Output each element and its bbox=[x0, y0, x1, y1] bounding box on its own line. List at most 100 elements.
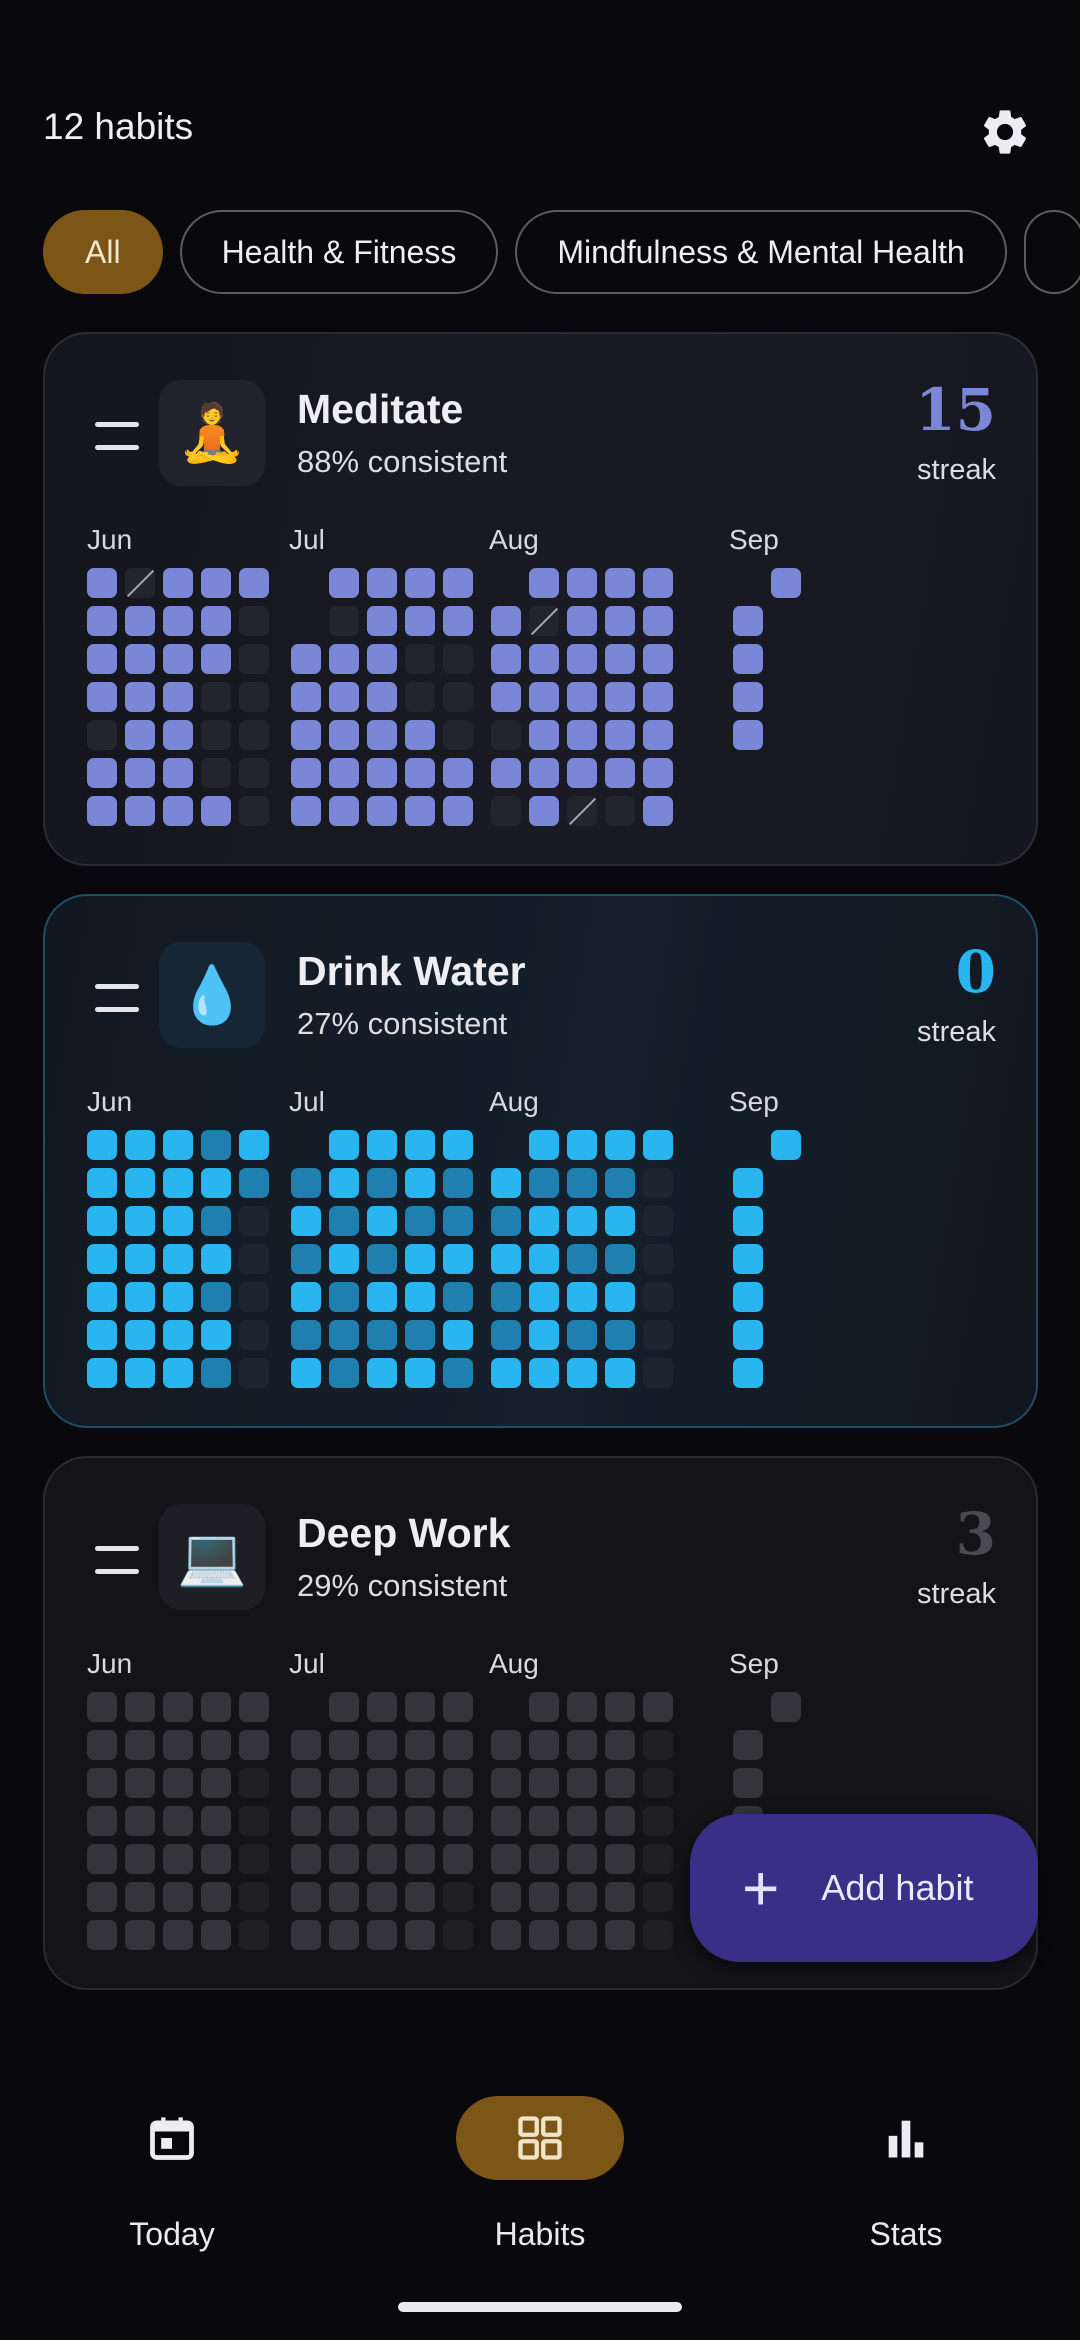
heatmap-cell bbox=[367, 568, 397, 598]
heatmap-cell bbox=[291, 1358, 321, 1388]
heatmap-cell bbox=[367, 1206, 397, 1236]
heatmap-cell bbox=[733, 1168, 763, 1198]
gear-icon bbox=[983, 110, 1027, 154]
heatmap-cell bbox=[771, 1130, 801, 1160]
habit-card-drink-water[interactable]: 💧 Drink Water 27% consistent 0 streak Ju… bbox=[43, 894, 1038, 1428]
heatmap-cell bbox=[605, 1768, 635, 1798]
heatmap-cell bbox=[291, 644, 321, 674]
heatmap-cell bbox=[163, 1282, 193, 1312]
heatmap-cell bbox=[491, 1806, 521, 1836]
heatmap-cell bbox=[491, 1282, 521, 1312]
heatmap-cell bbox=[529, 1244, 559, 1274]
heatmap-cell bbox=[87, 720, 117, 750]
heatmap-cell bbox=[605, 1730, 635, 1760]
heatmap-cell bbox=[643, 796, 673, 826]
heatmap-cell bbox=[443, 1692, 473, 1722]
heatmap-cell bbox=[291, 1244, 321, 1274]
heatmap-cell bbox=[643, 1168, 673, 1198]
heatmap-cell bbox=[87, 1920, 117, 1950]
heatmap-cell bbox=[239, 568, 269, 598]
heatmap-cell bbox=[329, 1920, 359, 1950]
heatmap-cell bbox=[87, 568, 117, 598]
heatmap-cell bbox=[567, 1844, 597, 1874]
heatmap-cell bbox=[163, 682, 193, 712]
heatmap-cell bbox=[201, 1282, 231, 1312]
heatmap-cell bbox=[771, 1692, 801, 1722]
filter-chip-health-fitness[interactable]: Health & Fitness bbox=[179, 210, 499, 294]
heatmap-cell bbox=[529, 1320, 559, 1350]
bottom-navigation: Today Habits Stats bbox=[0, 2070, 1080, 2270]
habit-heatmap bbox=[45, 334, 1036, 864]
heatmap-cell bbox=[567, 1806, 597, 1836]
heatmap-cell bbox=[239, 1806, 269, 1836]
heatmap-cell bbox=[367, 1844, 397, 1874]
heatmap-cell bbox=[367, 1730, 397, 1760]
heatmap-cell bbox=[87, 1730, 117, 1760]
heatmap-cell bbox=[201, 606, 231, 636]
heatmap-cell bbox=[125, 682, 155, 712]
heatmap-cell bbox=[605, 1806, 635, 1836]
heatmap-cell bbox=[605, 568, 635, 598]
heatmap-cell bbox=[529, 1768, 559, 1798]
heatmap-cell bbox=[239, 1168, 269, 1198]
heatmap-cell bbox=[405, 1168, 435, 1198]
heatmap-cell bbox=[163, 1692, 193, 1722]
heatmap-cell bbox=[125, 1768, 155, 1798]
heatmap-cell bbox=[163, 1806, 193, 1836]
heatmap-cell bbox=[405, 682, 435, 712]
heatmap-cell bbox=[163, 644, 193, 674]
filter-chip-all[interactable]: All bbox=[43, 210, 163, 294]
heatmap-cell bbox=[367, 1168, 397, 1198]
heatmap-cell bbox=[643, 1920, 673, 1950]
heatmap-cell bbox=[329, 1130, 359, 1160]
nav-label-stats: Stats bbox=[869, 2216, 943, 2252]
heatmap-cell bbox=[567, 1130, 597, 1160]
heatmap-cell bbox=[567, 644, 597, 674]
heatmap-cell bbox=[733, 1320, 763, 1350]
heatmap-cell bbox=[567, 1206, 597, 1236]
heatmap-cell bbox=[201, 720, 231, 750]
nav-stats[interactable]: Stats bbox=[781, 2096, 1031, 2266]
heatmap-cell bbox=[443, 1920, 473, 1950]
heatmap-cell bbox=[491, 1882, 521, 1912]
heatmap-cell bbox=[163, 1844, 193, 1874]
nav-today[interactable]: Today bbox=[47, 2096, 297, 2266]
nav-habits[interactable]: Habits bbox=[415, 2096, 665, 2266]
heatmap-cell bbox=[643, 1130, 673, 1160]
habit-card-meditate[interactable]: 🧘 Meditate 88% consistent 15 streak Jun … bbox=[43, 332, 1038, 866]
heatmap-cell bbox=[329, 1844, 359, 1874]
heatmap-cell bbox=[201, 1206, 231, 1236]
heatmap-cell bbox=[291, 1320, 321, 1350]
heatmap-cell bbox=[643, 1244, 673, 1274]
heatmap-cell bbox=[443, 1882, 473, 1912]
filter-chip-more[interactable] bbox=[1023, 210, 1080, 294]
heatmap-cell bbox=[201, 1768, 231, 1798]
heatmap-cell bbox=[201, 796, 231, 826]
heatmap-cell bbox=[87, 1244, 117, 1274]
heatmap-cell bbox=[733, 1768, 763, 1798]
heatmap-cell bbox=[201, 682, 231, 712]
heatmap-cell bbox=[771, 568, 801, 598]
heatmap-cell bbox=[405, 1282, 435, 1312]
heatmap-cell bbox=[443, 1130, 473, 1160]
heatmap-cell bbox=[405, 1768, 435, 1798]
heatmap-cell bbox=[291, 682, 321, 712]
filter-chip-mindfulness[interactable]: Mindfulness & Mental Health bbox=[515, 210, 1007, 294]
heatmap-cell bbox=[567, 1692, 597, 1722]
heatmap-cell bbox=[733, 644, 763, 674]
heatmap-cell bbox=[567, 1730, 597, 1760]
heatmap-cell bbox=[605, 1206, 635, 1236]
heatmap-cell bbox=[529, 758, 559, 788]
heatmap-cell bbox=[367, 1130, 397, 1160]
settings-button[interactable] bbox=[975, 102, 1035, 162]
heatmap-cell bbox=[125, 1168, 155, 1198]
heatmap-cell bbox=[643, 682, 673, 712]
heatmap-cell bbox=[239, 758, 269, 788]
heatmap-cell bbox=[367, 1806, 397, 1836]
heatmap-cell bbox=[567, 568, 597, 598]
add-habit-button[interactable]: + Add habit bbox=[690, 1814, 1038, 1962]
heatmap-cell bbox=[643, 606, 673, 636]
heatmap-cell bbox=[405, 1806, 435, 1836]
heatmap-cell bbox=[605, 1882, 635, 1912]
heatmap-cell bbox=[329, 1168, 359, 1198]
